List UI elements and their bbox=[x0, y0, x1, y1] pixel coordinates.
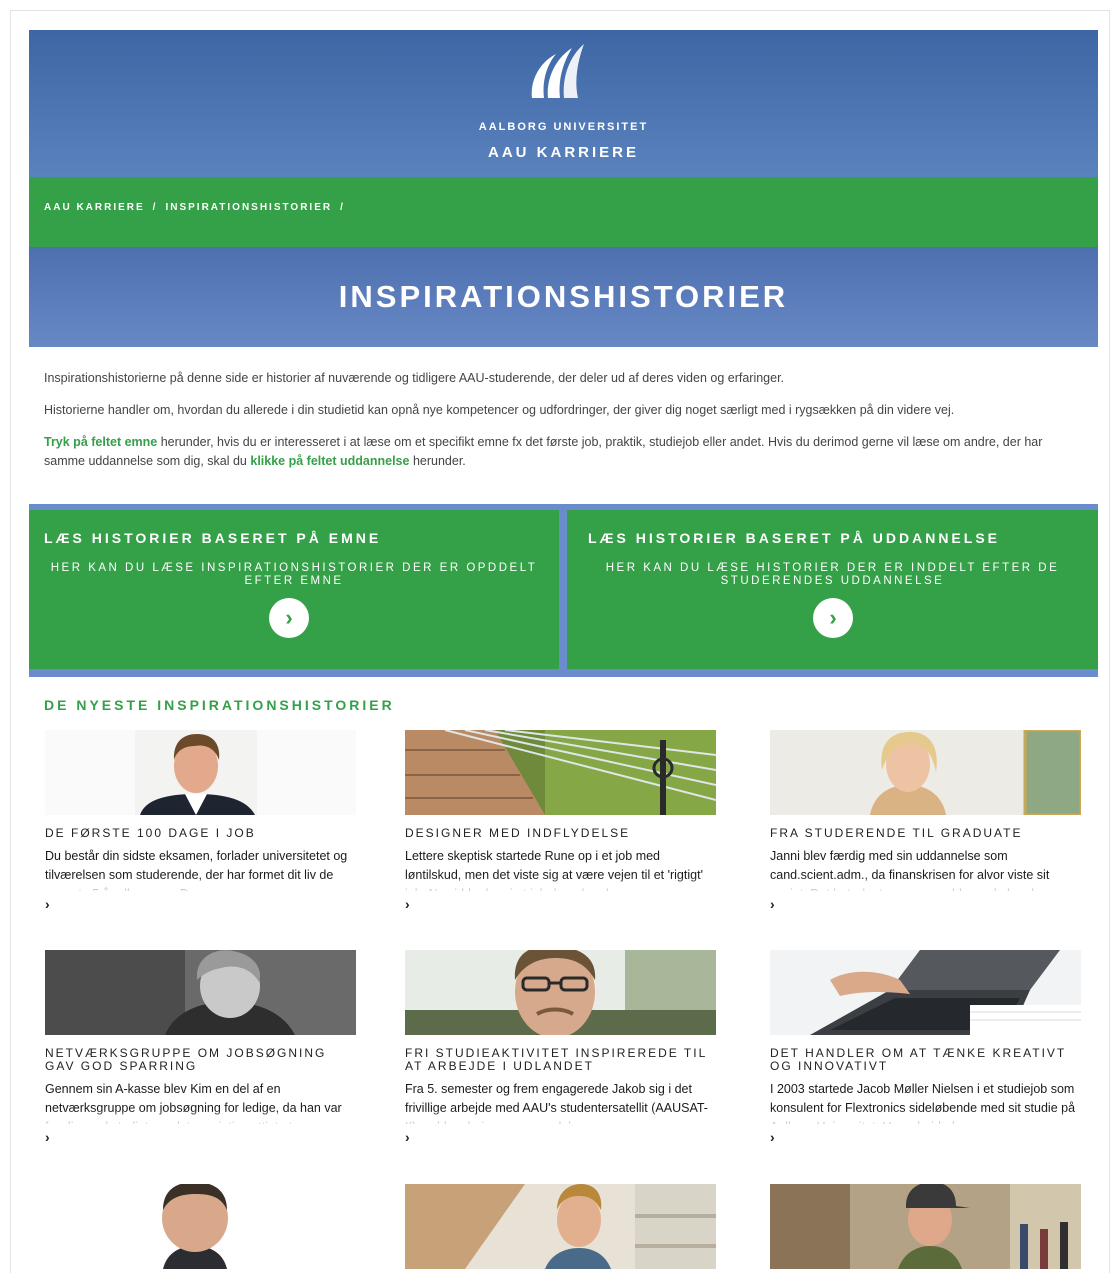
story-card[interactable] bbox=[45, 1184, 357, 1269]
intro-text: Inspirationshistorierne på denne side er… bbox=[29, 347, 1098, 471]
story-photo-railing-grass[interactable] bbox=[405, 730, 716, 815]
cta-uddannelse-subtitle: HER KAN DU LÆSE HISTORIER DER ER INDDELT… bbox=[605, 562, 1060, 587]
story-photo-man-street[interactable] bbox=[770, 1184, 1081, 1269]
cta-row: LÆS HISTORIER BASERET PÅ EMNE HER KAN DU… bbox=[29, 504, 1098, 677]
story-card[interactable] bbox=[770, 1184, 1082, 1269]
chevron-right-icon[interactable]: › bbox=[405, 1129, 717, 1145]
breadcrumb: AAU KARRIERE / INSPIRATIONSHISTORIER / bbox=[29, 177, 1098, 247]
intro-paragraph-3: Tryk på feltet emne herunder, hvis du er… bbox=[44, 433, 1083, 471]
breadcrumb-item-inspirationshistorier[interactable]: INSPIRATIONSHISTORIER bbox=[165, 202, 332, 213]
chevron-right-icon[interactable]: › bbox=[269, 598, 309, 638]
story-teaser: Du består din sidste eksamen, forlader u… bbox=[45, 847, 357, 891]
chevron-right-icon[interactable]: › bbox=[770, 896, 1082, 912]
story-grid: DE FØRSTE 100 DAGE I JOB Du består din s… bbox=[29, 713, 1098, 1273]
title-banner: INSPIRATIONSHISTORIER bbox=[29, 247, 1098, 347]
story-teaser: Gennem sin A-kasse blev Kim en del af en… bbox=[45, 1080, 357, 1124]
page-container: AALBORG UNIVERSITET AAU KARRIERE AAU KAR… bbox=[29, 30, 1098, 1273]
story-teaser: Fra 5. semester og frem engagerede Jakob… bbox=[405, 1080, 717, 1124]
story-teaser: Lettere skeptisk startede Rune op i et j… bbox=[405, 847, 717, 891]
story-title[interactable]: FRI STUDIEAKTIVITET INSPIREREDE TIL AT A… bbox=[405, 1047, 717, 1073]
story-card[interactable]: FRI STUDIEAKTIVITET INSPIREREDE TIL AT A… bbox=[405, 950, 717, 1145]
cta-emne-subtitle: HER KAN DU LÆSE INSPIRATIONSHISTORIER DE… bbox=[50, 562, 538, 587]
story-title[interactable]: DET HANDLER OM AT TÆNKE KREATIVT OG INNO… bbox=[770, 1047, 1082, 1073]
story-card[interactable]: DESIGNER MED INDFLYDELSE Lettere skeptis… bbox=[405, 730, 717, 912]
story-photo-man-bw[interactable] bbox=[45, 950, 356, 1035]
cta-emne-title: LÆS HISTORIER BASERET PÅ EMNE bbox=[44, 530, 382, 546]
newest-section-title: DE NYESTE INSPIRATIONSHISTORIER bbox=[44, 697, 395, 713]
breadcrumb-separator: / bbox=[340, 201, 345, 213]
chevron-right-icon[interactable]: › bbox=[405, 896, 717, 912]
story-card[interactable]: DE FØRSTE 100 DAGE I JOB Du består din s… bbox=[45, 730, 357, 912]
story-title[interactable]: FRA STUDERENDE TIL GRADUATE bbox=[770, 827, 1082, 840]
intro-link-emne[interactable]: Tryk på feltet emne bbox=[44, 435, 157, 449]
chevron-right-icon[interactable]: › bbox=[813, 598, 853, 638]
breadcrumb-item-aau-karriere[interactable]: AAU KARRIERE bbox=[44, 202, 145, 213]
cta-uddannelse-box[interactable]: LÆS HISTORIER BASERET PÅ UDDANNELSE HER … bbox=[567, 510, 1098, 669]
story-title[interactable]: NETVÆRKSGRUPPE OM JOBSØGNING GAV GOD SPA… bbox=[45, 1047, 357, 1073]
university-name: AALBORG UNIVERSITET bbox=[478, 121, 649, 133]
story-teaser: Janni blev færdig med sin uddannelse som… bbox=[770, 847, 1082, 891]
story-photo-laptop-hands[interactable] bbox=[770, 950, 1081, 1035]
story-photo-man-shelves[interactable] bbox=[405, 1184, 716, 1269]
story-photo-man-glasses[interactable] bbox=[405, 950, 716, 1035]
story-card[interactable] bbox=[405, 1184, 717, 1269]
story-card[interactable]: DET HANDLER OM AT TÆNKE KREATIVT OG INNO… bbox=[770, 950, 1082, 1145]
intro-paragraph-1: Inspirationshistorierne på denne side er… bbox=[44, 371, 785, 385]
breadcrumb-separator: / bbox=[152, 201, 158, 213]
site-name[interactable]: AAU KARRIERE bbox=[29, 144, 1098, 161]
site-header: AALBORG UNIVERSITET AAU KARRIERE bbox=[29, 30, 1098, 177]
chevron-right-icon[interactable]: › bbox=[45, 896, 357, 912]
chevron-right-icon[interactable]: › bbox=[45, 1129, 357, 1145]
story-card[interactable]: NETVÆRKSGRUPPE OM JOBSØGNING GAV GOD SPA… bbox=[45, 950, 357, 1145]
chevron-right-icon[interactable]: › bbox=[770, 1129, 1082, 1145]
story-card[interactable]: FRA STUDERENDE TIL GRADUATE Janni blev f… bbox=[770, 730, 1082, 912]
intro-text-segment: herunder. bbox=[409, 454, 466, 468]
story-title[interactable]: DESIGNER MED INDFLYDELSE bbox=[405, 827, 717, 840]
intro-paragraph-2: Historierne handler om, hvordan du aller… bbox=[44, 403, 955, 417]
cta-emne-box[interactable]: LÆS HISTORIER BASERET PÅ EMNE HER KAN DU… bbox=[29, 510, 559, 669]
intro-link-uddannelse[interactable]: klikke på feltet uddannelse bbox=[250, 454, 409, 468]
story-photo-man-portrait[interactable] bbox=[45, 1184, 356, 1269]
story-teaser: I 2003 startede Jacob Møller Nielsen i e… bbox=[770, 1080, 1082, 1124]
aau-logo-icon[interactable] bbox=[526, 40, 588, 102]
story-title[interactable]: DE FØRSTE 100 DAGE I JOB bbox=[45, 827, 357, 840]
story-photo-man-suit[interactable] bbox=[45, 730, 356, 815]
story-photo-woman-blonde[interactable] bbox=[770, 730, 1081, 815]
intro-text-segment: herunder, hvis du er interesseret i at l… bbox=[44, 435, 1043, 468]
cta-uddannelse-title: LÆS HISTORIER BASERET PÅ UDDANNELSE bbox=[588, 530, 1000, 546]
page-title: INSPIRATIONSHISTORIER bbox=[338, 279, 789, 314]
